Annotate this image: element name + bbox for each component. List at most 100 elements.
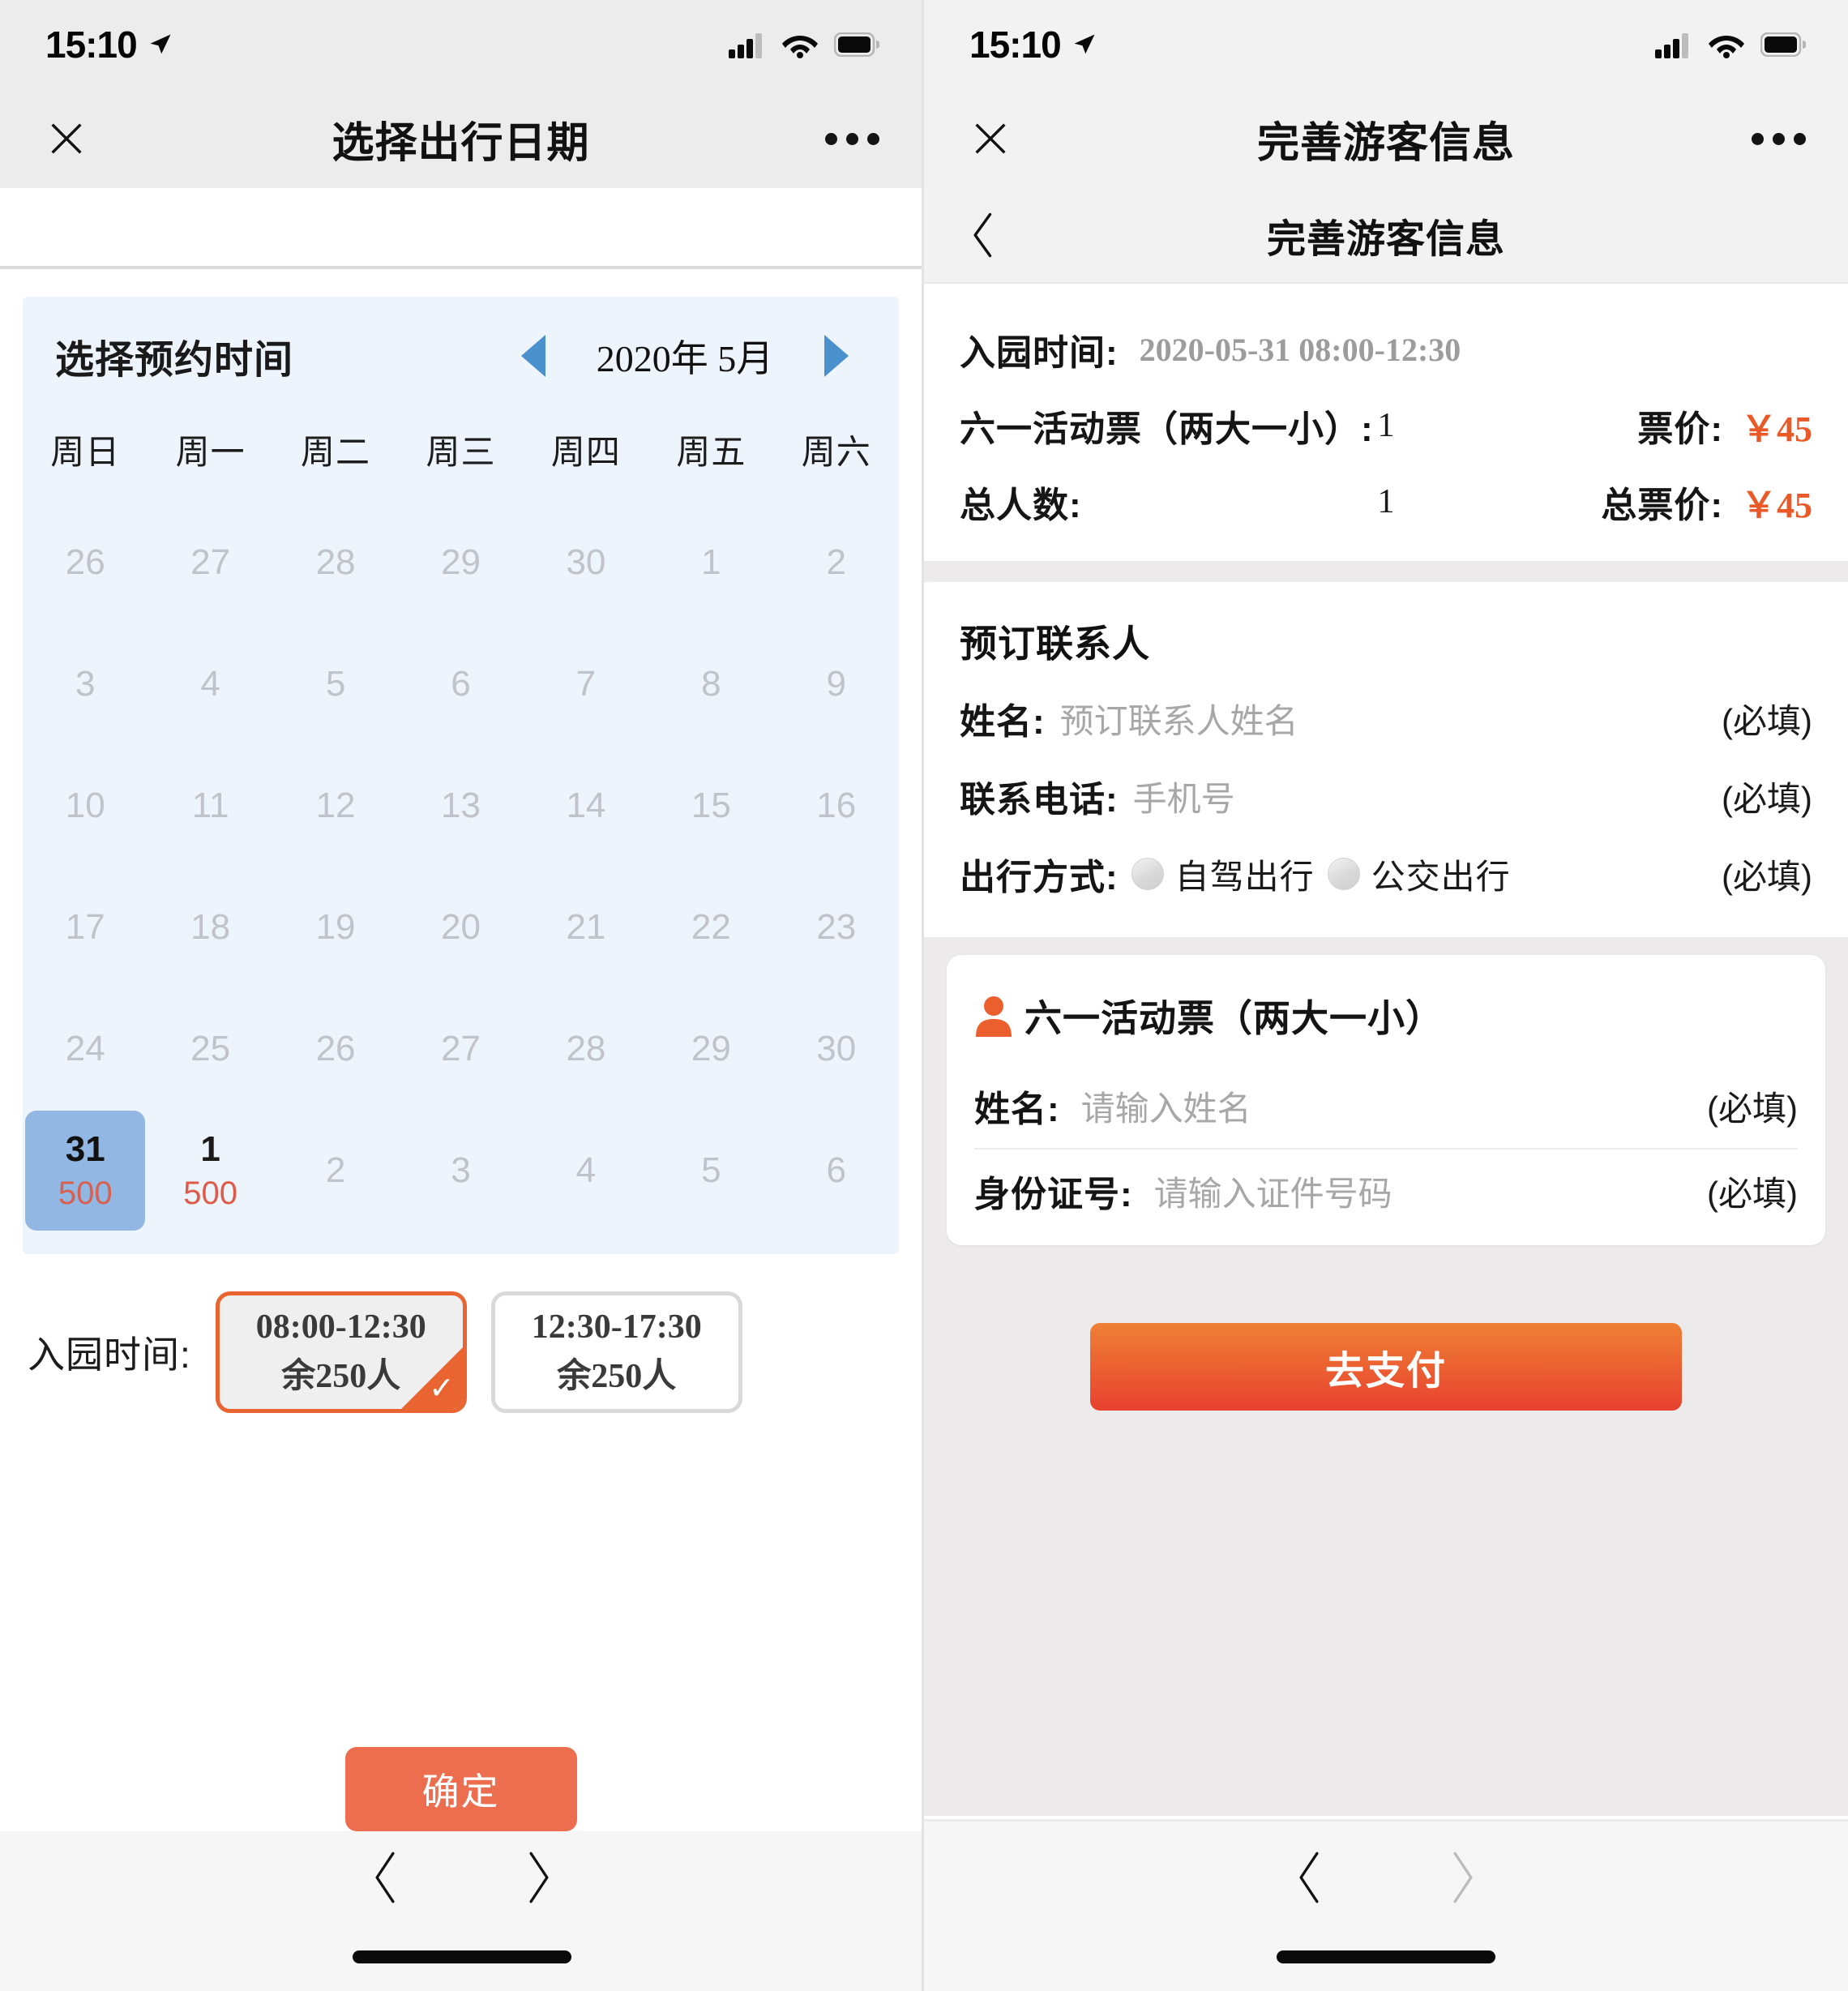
calendar-day-cell: 4 — [524, 1110, 648, 1231]
traveler-name-input[interactable]: 请输入姓名 — [1081, 1081, 1251, 1131]
calendar-day-number: 6 — [826, 1150, 847, 1190]
left-content: 选择预约时间 2020年 5月 周日 周一 周二 周三 周四 周五 周六 26 2 — [0, 188, 922, 1831]
radio-unchecked-icon[interactable] — [1131, 858, 1164, 890]
calendar-day-inner: 1 — [651, 503, 771, 623]
entry-time-slot[interactable]: 12:30-17:30 余250人 — [490, 1291, 742, 1413]
calendar-day-inner: 28 — [276, 503, 396, 623]
cellular-signal-icon — [1655, 33, 1688, 58]
order-summary: 入园时间: 2020-05-31 08:00-12:30 六一活动票（两大一小）… — [924, 284, 1848, 561]
calendar-day-inner: 3 — [400, 1111, 520, 1231]
radio-unchecked-icon[interactable] — [1327, 858, 1360, 890]
calendar-day-cell: 16 — [774, 745, 899, 867]
chevron-right-icon[interactable] — [523, 1851, 555, 1904]
calendar-day-cell: 15 — [648, 745, 773, 867]
calendar-day-cell: 26 — [23, 502, 148, 623]
calendar-day-cell: 30 — [774, 988, 899, 1110]
chevron-left-triangle-icon — [521, 335, 545, 377]
calendar-weekday-0: 周日 — [50, 433, 121, 471]
calendar-day-cell[interactable]: 31 500 — [23, 1110, 148, 1231]
prev-month-button[interactable] — [503, 335, 563, 377]
calendar-day-number: 16 — [816, 785, 857, 825]
battery-full-icon — [1760, 32, 1806, 57]
contact-name-input[interactable]: 预订联系人姓名 — [1060, 694, 1298, 743]
entry-time-slot[interactable]: 08:00-12:30 余250人 ✓ — [215, 1291, 467, 1413]
calendar-day-stock: 500 — [58, 1175, 113, 1212]
calendar-day-inner: 17 — [25, 867, 145, 987]
travel-mode-option-label: 自驾出行 — [1174, 857, 1315, 896]
contact-name-row[interactable]: 姓名: 预订联系人姓名 (必填) — [960, 679, 1812, 757]
calendar-day-cell: 25 — [148, 988, 272, 1110]
calendar-day-cell: 6 — [398, 623, 523, 745]
traveler-card-title: 六一活动票（两大一小） — [1025, 997, 1444, 1039]
calendar-day-cell: 3 — [398, 1110, 523, 1231]
calendar-day-inner: 30 — [776, 989, 896, 1109]
total-people-label: 总人数: — [960, 486, 1082, 525]
person-icon — [976, 996, 1012, 1037]
calendar-weekday-5: 周五 — [676, 433, 746, 471]
travel-mode-required: (必填) — [1722, 857, 1812, 896]
traveler-id-required: (必填) — [1707, 1174, 1798, 1213]
calendar-day-cell: 13 — [398, 745, 523, 867]
total-row: 总人数: 1 总票价: ￥45 — [960, 464, 1812, 540]
contact-section-title: 预订联系人 — [960, 623, 1150, 665]
calendar-day-cell: 2 — [774, 502, 899, 623]
calendar-day-inner: 18 — [151, 867, 271, 987]
more-options-icon[interactable] — [1752, 132, 1806, 145]
calendar-day-number: 1 — [701, 542, 721, 582]
check-icon: ✓ — [428, 1372, 455, 1406]
chevron-right-triangle-icon — [824, 335, 849, 377]
close-icon[interactable] — [969, 118, 1012, 160]
ticket-price-group: 票价: ￥45 — [1637, 400, 1812, 452]
home-indicator — [353, 1950, 571, 1963]
calendar-month-label: 2020年 5月 — [596, 338, 774, 379]
calendar-day-cell: 12 — [273, 745, 398, 867]
traveler-name-row[interactable]: 姓名: 请输入姓名 (必填) — [974, 1064, 1798, 1148]
traveler-id-input[interactable]: 请输入证件号码 — [1154, 1167, 1392, 1216]
right-status-bar: 15:10 — [924, 0, 1848, 89]
calendar-day-number: 5 — [701, 1150, 721, 1190]
calendar-day-cell[interactable]: 1 500 — [148, 1110, 272, 1231]
calendar-day-number: 15 — [691, 785, 731, 825]
calendar-day-cell: 18 — [148, 867, 272, 988]
travel-mode-option-public-transit[interactable]: 公交出行 — [1327, 850, 1511, 899]
close-icon[interactable] — [45, 118, 88, 160]
pay-button[interactable]: 去支付 — [1090, 1323, 1682, 1411]
traveler-section: 六一活动票（两大一小） 姓名: 请输入姓名 (必填) 身份证号: 请输入证件号码… — [924, 937, 1848, 1816]
section-gap — [924, 561, 1848, 582]
calendar-day-inner: 5 — [276, 624, 396, 744]
calendar-day-cell: 22 — [648, 867, 773, 988]
calendar-card: 选择预约时间 2020年 5月 周日 周一 周二 周三 周四 周五 周六 26 2 — [23, 297, 899, 1254]
entry-time-row: 入园时间: 2020-05-31 08:00-12:30 — [960, 311, 1812, 387]
calendar-day-cell: 28 — [524, 988, 648, 1110]
calendar-day-inner: 6 — [400, 624, 520, 744]
calendar-day-number: 14 — [566, 785, 606, 825]
calendar-day-inner: 2 — [276, 1111, 396, 1231]
calendar-day-cell: 21 — [524, 867, 648, 988]
contact-phone-row[interactable]: 联系电话: 手机号 (必填) — [960, 757, 1812, 835]
calendar-day-inner: 28 — [526, 989, 646, 1109]
chevron-left-icon[interactable] — [369, 1851, 401, 1904]
calendar-day-cell: 3 — [23, 623, 148, 745]
calendar-day-inner: 16 — [776, 746, 896, 866]
travel-mode-option-label: 公交出行 — [1371, 857, 1511, 896]
next-month-button[interactable] — [806, 335, 866, 377]
calendar-day-number: 29 — [691, 1028, 731, 1068]
calendar-day-inner: 11 — [151, 746, 271, 866]
calendar-day-number: 27 — [441, 1028, 481, 1068]
calendar-day-number: 30 — [816, 1028, 857, 1068]
total-price-value: ￥45 — [1741, 486, 1812, 525]
calendar-day-number: 9 — [826, 663, 847, 704]
calendar-day-cell: 28 — [273, 502, 398, 623]
calendar-day-inner: 19 — [276, 867, 396, 987]
calendar-day-number: 3 — [75, 663, 96, 704]
calendar-day-number: 5 — [325, 663, 346, 704]
calendar-day-number: 18 — [190, 906, 231, 947]
chevron-left-icon[interactable] — [1293, 1851, 1325, 1904]
location-arrow-icon — [1074, 34, 1095, 54]
more-options-icon[interactable] — [825, 132, 879, 145]
travel-mode-option-self-drive[interactable]: 自驾出行 — [1131, 850, 1315, 899]
confirm-button[interactable]: 确定 — [344, 1747, 577, 1831]
pay-button-wrap: 去支付 — [947, 1245, 1825, 1411]
contact-phone-input[interactable]: 手机号 — [1133, 772, 1235, 821]
traveler-id-row[interactable]: 身份证号: 请输入证件号码 (必填) — [974, 1148, 1798, 1232]
